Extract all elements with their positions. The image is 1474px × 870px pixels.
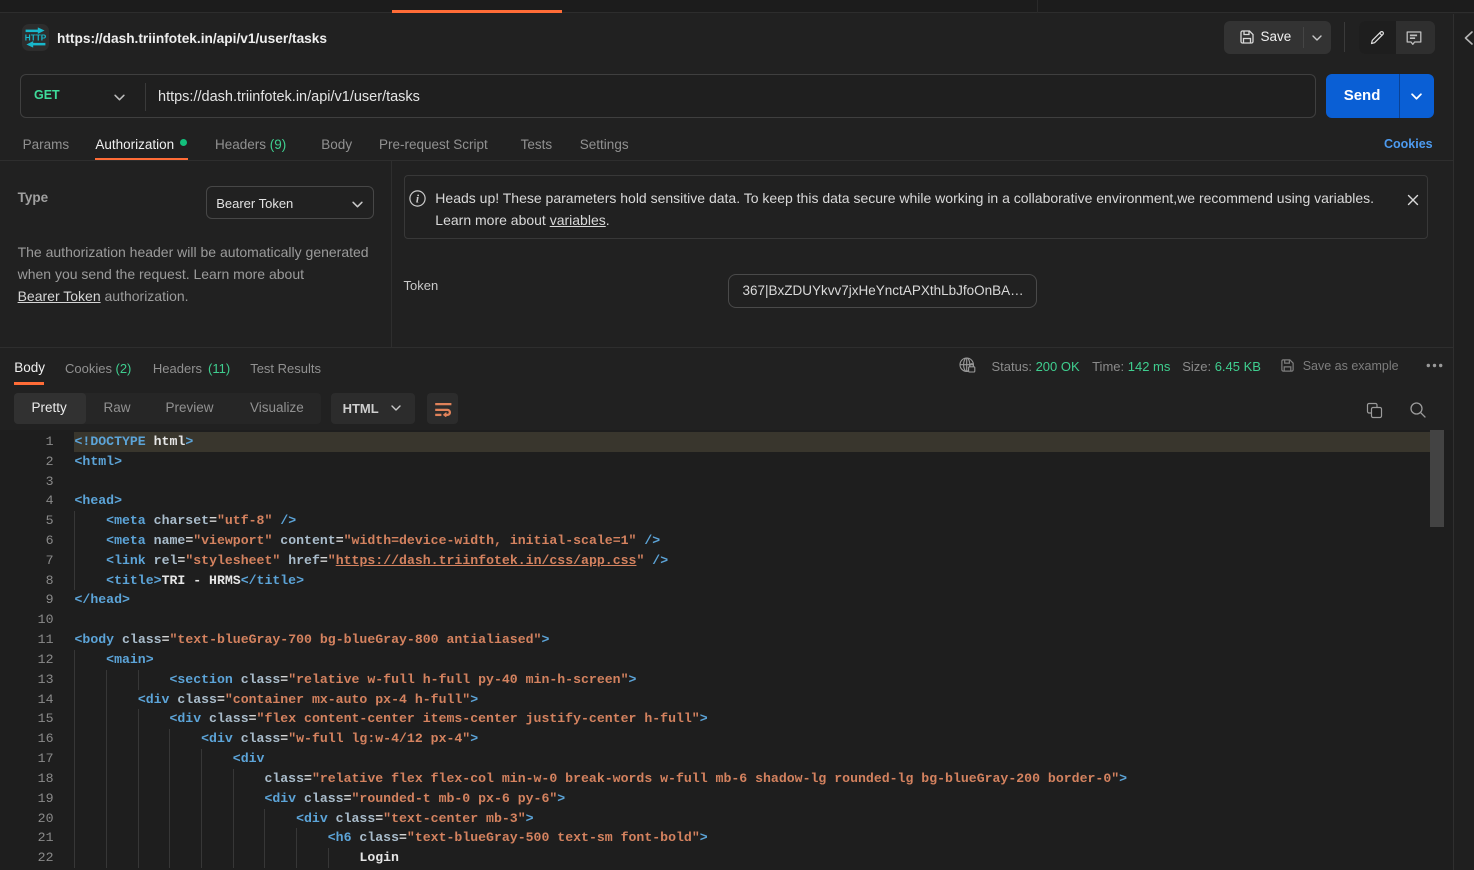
svg-text:i: i [416, 194, 420, 206]
svg-text:HTTP: HTTP [25, 33, 47, 43]
